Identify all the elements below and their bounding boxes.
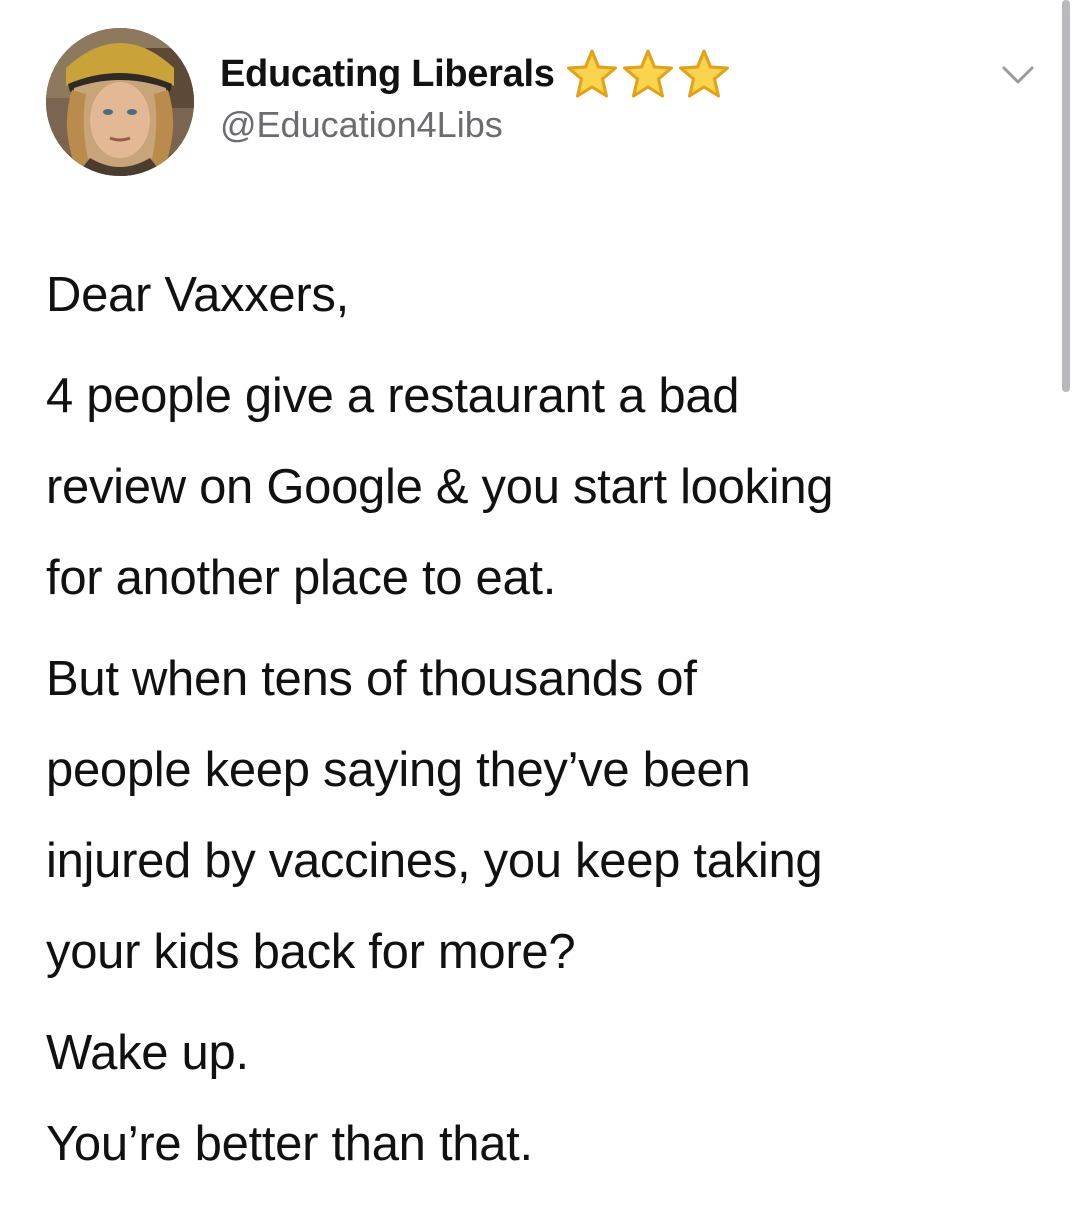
display-name-row: Educating Liberals: [220, 48, 731, 100]
star-emoji-icon: [566, 49, 617, 98]
text-line: your kids back for more?: [46, 925, 576, 979]
avatar[interactable]: [46, 28, 194, 176]
text-line: review on Google & you start looking: [46, 460, 834, 514]
chevron-down-icon[interactable]: [998, 60, 1038, 90]
star-emoji-icon: [678, 49, 729, 98]
tweet-greeting: Dear Vaxxers,: [46, 250, 1046, 341]
tweet-body: Dear Vaxxers, 4 people give a restaurant…: [46, 250, 1046, 1190]
text-line: Wake up.: [46, 1026, 249, 1080]
avatar-image: [46, 28, 194, 176]
text-line: You’re better than that.: [46, 1117, 533, 1171]
tweet-paragraph-restaurant: 4 people give a restaurant a bad review …: [46, 351, 1046, 624]
tweet: Educating Liberals @Education4Libs Dear …: [0, 0, 1080, 1228]
text-line: for another place to eat.: [46, 551, 557, 605]
text-line: But when tens of thousands of: [46, 652, 697, 706]
badge-stars: [565, 48, 731, 100]
star-emoji-icon: [622, 49, 673, 98]
tweet-closing: Wake up. You’re better than that.: [46, 1008, 1046, 1190]
text-line: injured by vaccines, you keep taking: [46, 834, 823, 888]
user-handle[interactable]: @Education4Libs: [220, 104, 503, 146]
text-line: Dear Vaxxers,: [46, 268, 349, 322]
text-line: people keep saying they’ve been: [46, 743, 751, 797]
scrollbar[interactable]: [1062, 0, 1070, 392]
display-name[interactable]: Educating Liberals: [220, 53, 555, 96]
text-line: 4 people give a restaurant a bad: [46, 369, 740, 423]
tweet-paragraph-vaccines: But when tens of thousands of people kee…: [46, 634, 1046, 998]
